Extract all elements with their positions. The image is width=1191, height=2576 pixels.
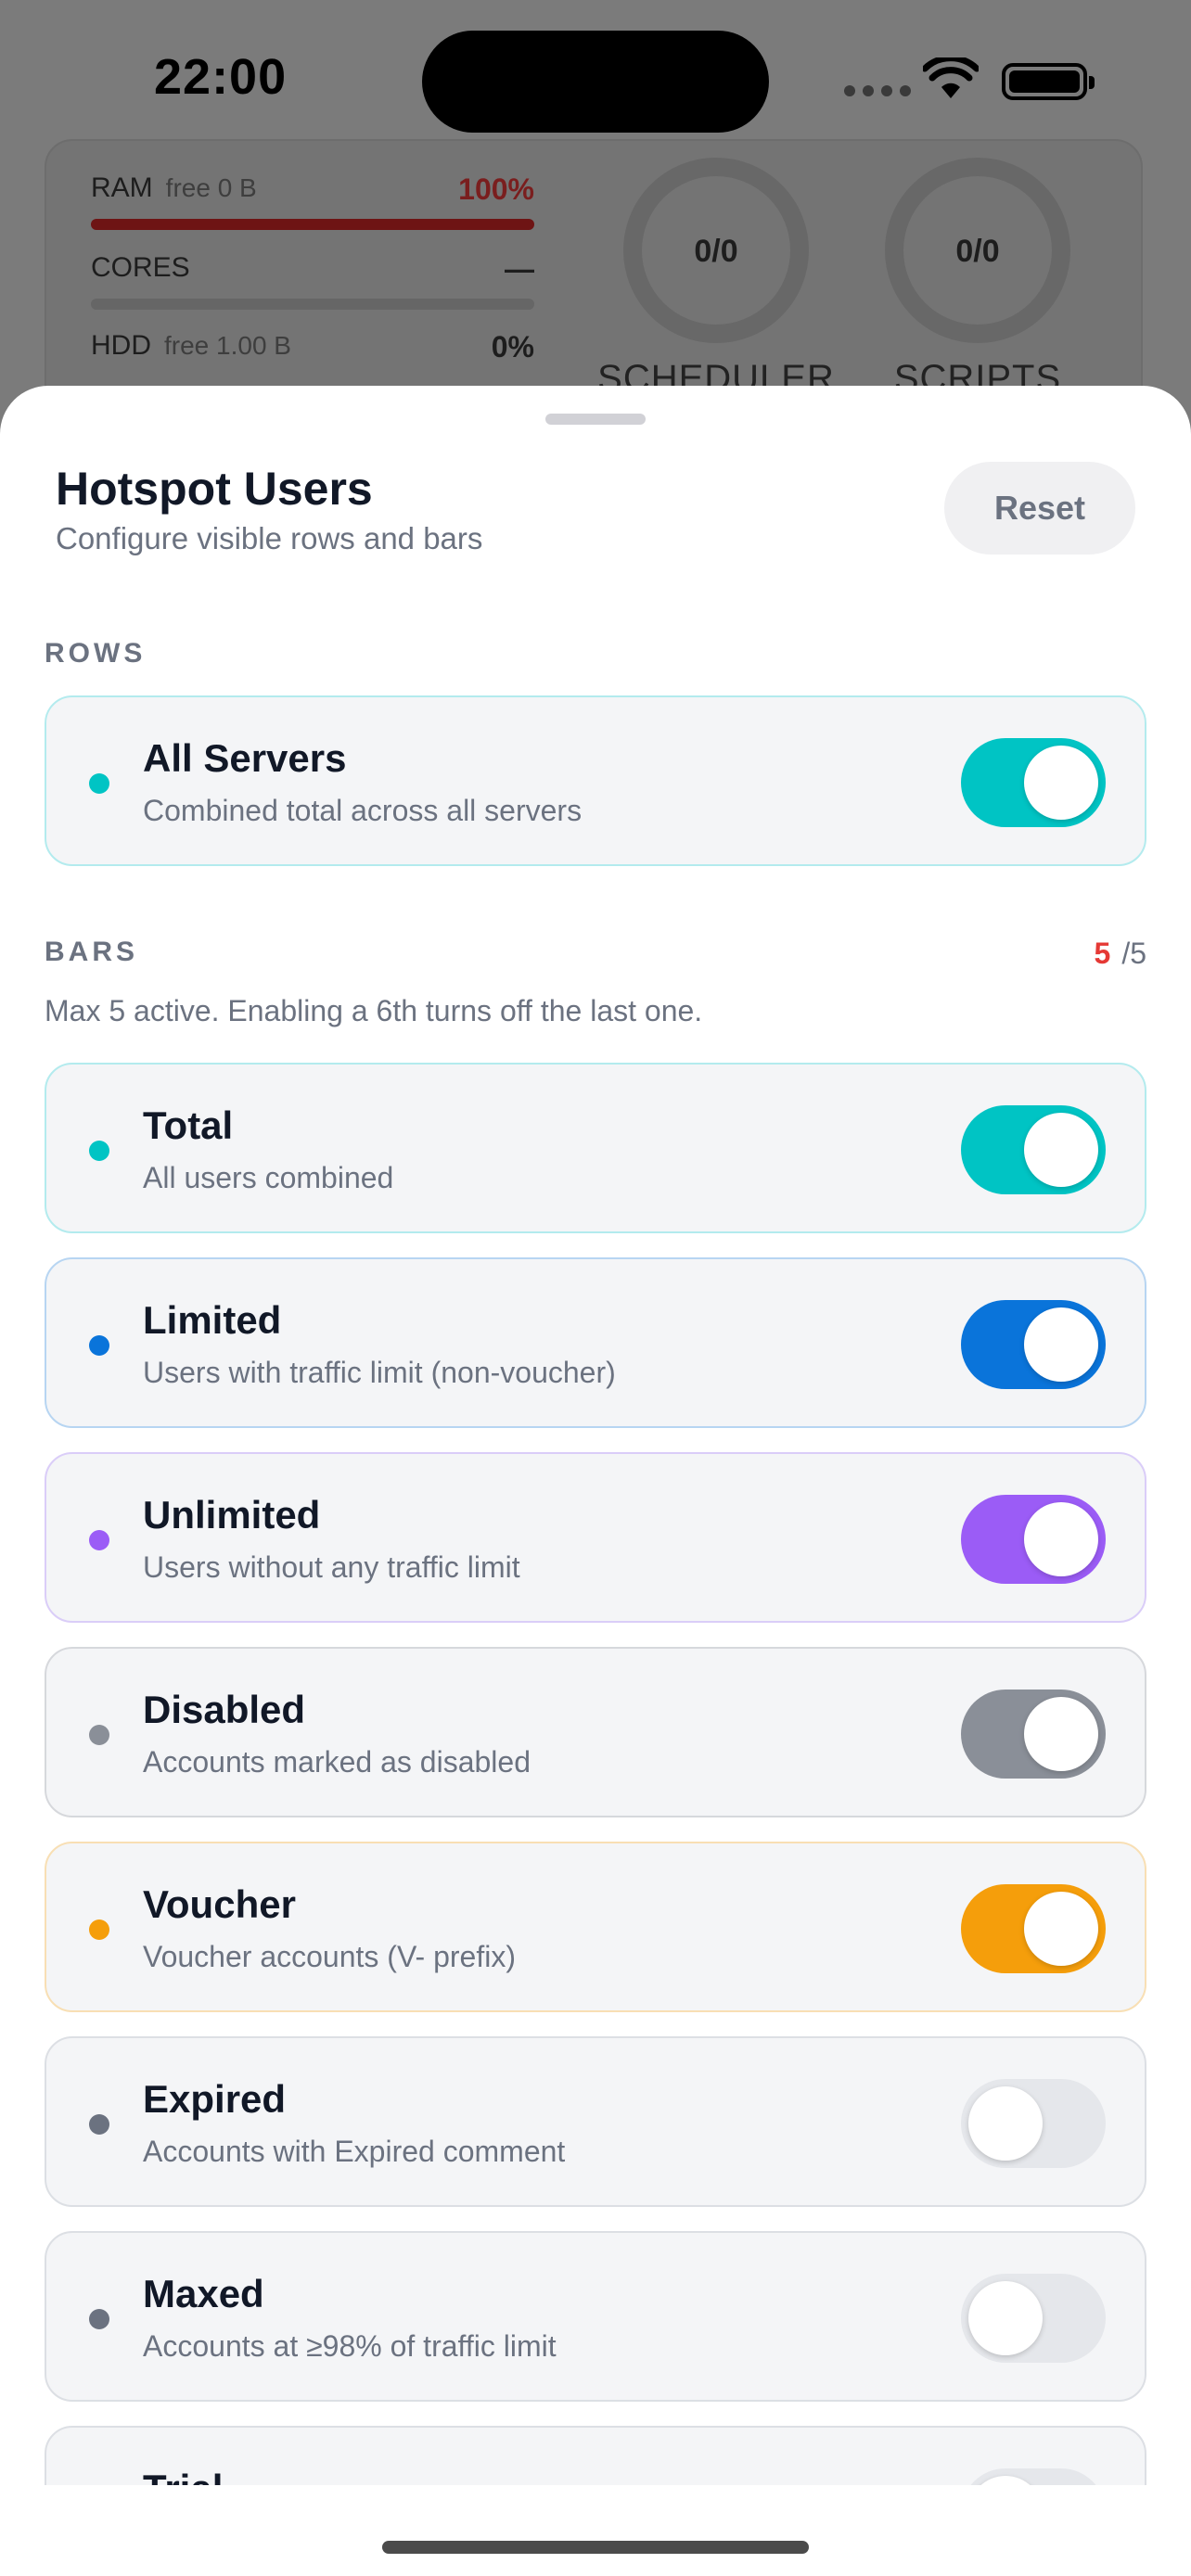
total-toggle[interactable] (961, 1105, 1106, 1194)
color-dot (89, 1530, 109, 1550)
scheduler-value: 0/0 (694, 234, 738, 269)
sheet-bottom-area (0, 2485, 1191, 2576)
sheet-subtitle: Configure visible rows and bars (56, 521, 483, 555)
bar-item-unlimited[interactable]: Unlimited Users without any traffic limit (45, 1452, 1146, 1623)
bars-max-count: /5 (1121, 937, 1146, 970)
item-title: Expired (143, 2077, 287, 2121)
voucher-toggle[interactable] (961, 1884, 1106, 1973)
bar-item-total[interactable]: Total All users combined (45, 1063, 1146, 1233)
item-description: Users without any traffic limit (143, 1550, 520, 1584)
resource-value: 100% (458, 172, 534, 206)
color-dot (89, 2114, 109, 2135)
wifi-icon (923, 57, 979, 98)
sheet-grabber[interactable] (545, 414, 646, 425)
item-description: Voucher accounts (V- prefix) (143, 1940, 516, 1973)
color-dot (89, 1141, 109, 1161)
bar-item-expired[interactable]: Expired Accounts with Expired comment (45, 2036, 1146, 2207)
row-item-all-servers[interactable]: All Servers Combined total across all se… (45, 695, 1146, 866)
bars-hint: Max 5 active. Enabling a 6th turns off t… (45, 994, 703, 1027)
status-bar: 22:00 (0, 0, 1191, 158)
item-description: Combined total across all servers (143, 794, 583, 827)
bar-item-voucher[interactable]: Voucher Voucher accounts (V- prefix) (45, 1842, 1146, 2012)
all-servers-toggle[interactable] (961, 738, 1106, 827)
resource-value: — (505, 252, 534, 286)
bars-section-label: BARS (45, 937, 139, 967)
disabled-toggle[interactable] (961, 1690, 1106, 1779)
item-description: Users with traffic limit (non-voucher) (143, 1356, 616, 1389)
item-description: Accounts with Expired comment (143, 2135, 566, 2168)
resource-value: 0% (491, 330, 534, 363)
item-description: Accounts marked as disabled (143, 1745, 531, 1779)
reset-button[interactable]: Reset (944, 462, 1135, 555)
sheet-title: Hotspot Users (56, 463, 373, 515)
bar-item-disabled[interactable]: Disabled Accounts marked as disabled (45, 1647, 1146, 1817)
resource-label: CORES (91, 252, 190, 283)
bar-item-limited[interactable]: Limited Users with traffic limit (non-vou… (45, 1257, 1146, 1428)
scripts-value: 0/0 (955, 234, 1000, 269)
resource-label: HDD (91, 330, 151, 361)
expired-toggle[interactable] (961, 2079, 1106, 2168)
resource-label: RAM (91, 172, 153, 203)
bars-count: 5/5 (1095, 937, 1146, 971)
item-description: Accounts at ≥98% of traffic limit (143, 2329, 557, 2363)
home-indicator[interactable] (382, 2541, 809, 2554)
item-description: All users combined (143, 1161, 394, 1194)
cellular-signal-icon (844, 85, 911, 96)
color-dot (89, 1725, 109, 1745)
item-title: Unlimited (143, 1493, 321, 1537)
item-title: Maxed (143, 2272, 264, 2315)
screen: 22:00 RAM free 0 B 100% CORES — HDD free 1… (0, 0, 1191, 2576)
maxed-toggle[interactable] (961, 2274, 1106, 2363)
bar-item-maxed[interactable]: Maxed Accounts at ≥98% of traffic limit (45, 2231, 1146, 2402)
item-title: Voucher (143, 1882, 296, 1926)
resource-sub: free 0 B (165, 173, 257, 202)
bars-active-count: 5 (1094, 937, 1111, 970)
status-time: 22:00 (154, 49, 288, 105)
item-title: Limited (143, 1298, 282, 1342)
item-title: Total (143, 1103, 234, 1147)
resource-bar (91, 219, 534, 230)
bars-list: Total All users combined Limited Users with… (45, 1063, 1146, 2576)
rows-section-label: ROWS (45, 638, 147, 669)
unlimited-toggle[interactable] (961, 1495, 1106, 1584)
color-dot (89, 1335, 109, 1356)
color-dot (89, 2309, 109, 2329)
limited-toggle[interactable] (961, 1300, 1106, 1389)
color-dot (89, 1919, 109, 1940)
item-title: All Servers (143, 736, 347, 780)
resource-bar (91, 299, 534, 310)
color-dot (89, 773, 109, 794)
resource-sub: free 1.00 B (164, 331, 291, 360)
settings-sheet: Hotspot Users Configure visible rows and… (0, 386, 1191, 2576)
battery-icon (1002, 63, 1095, 100)
item-title: Disabled (143, 1688, 306, 1731)
dynamic-island (422, 31, 769, 133)
